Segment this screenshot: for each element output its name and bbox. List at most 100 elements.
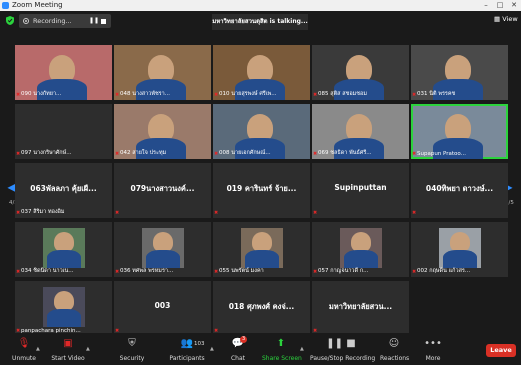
participant-tile[interactable]: ✖ 085 สุติส สชอมชอม (312, 45, 409, 100)
participant-name: 002 กฤษดิน แก้วสร... (417, 268, 471, 274)
muted-mic-icon: ✖ (16, 210, 21, 216)
participant-body (47, 309, 81, 327)
muted-mic-icon: ✖ (412, 269, 417, 275)
participant-name: 097 นางกริษาศักษ์... (21, 150, 72, 156)
share-screen-icon: ⬆ (276, 338, 286, 349)
participant-tile[interactable]: 040ทิพยา ดาวงษ์... ✖ (411, 163, 508, 218)
participant-photo (340, 228, 382, 268)
participant-tile[interactable]: มหาวิทยาลัยสวน... ✖ (312, 281, 409, 336)
participant-tile[interactable]: ✖ panpachara pinchin... (15, 281, 112, 336)
participant-tile[interactable]: 063พัลลภา คุ้ยเผื... ✖ 037 สิริมา ทองอิ่ม (15, 163, 112, 218)
participant-tile[interactable]: ✖ 069 ชลธิดา พันธ์ศรี... (312, 104, 409, 159)
participant-tile[interactable]: 018 ศุภพงศ์ คงจ่... ✖ (213, 281, 310, 336)
muted-mic-icon: ✖ (412, 210, 417, 216)
participant-tile[interactable]: ✖ 097 นางกริษาศักษ์... (15, 104, 112, 159)
participant-face (252, 232, 272, 252)
participant-name: 034 ชิดนิดา นาวเน... (21, 268, 74, 274)
participant-tile[interactable]: ✖ 048 นางสาวพัชรา... (114, 45, 211, 100)
participants-button[interactable]: 👥 103 Participants (168, 333, 206, 365)
participant-body (245, 250, 279, 268)
chat-label: Chat (230, 355, 246, 362)
reactions-label: Reactions (380, 355, 410, 362)
participant-display-name: 079นางสาวนงค์... (130, 184, 195, 193)
muted-mic-icon: ✖ (412, 92, 417, 98)
participant-name: 048 นางสาวพัชรา... (120, 91, 170, 97)
chat-badge: 3 (240, 336, 248, 343)
video-off-icon: ▣ (63, 338, 73, 349)
participants-options-caret[interactable]: ▲ (210, 346, 214, 352)
participant-tile[interactable]: ✖ 002 กฤษดิน แก้วสร... (411, 222, 508, 277)
participant-face (54, 291, 74, 311)
participant-name: 036 ทศพล พรหมรา... (120, 268, 174, 274)
more-button[interactable]: ••• More (422, 333, 444, 365)
participant-tile[interactable]: ✖ 042 สายใจ ประทุม (114, 104, 211, 159)
muted-mic-icon: ✖ (214, 151, 219, 157)
security-label: Security (119, 355, 145, 362)
security-button[interactable]: ⛨ Security (116, 333, 148, 365)
participant-tile[interactable]: ✖ 057 กาญจนาวดี ก... (312, 222, 409, 277)
video-grid: ✖ 090 นางกัทยา... ✖ 048 นางสาวพัชรา... ✖ 010 … (0, 0, 521, 336)
muted-mic-icon: ✖ (16, 269, 21, 275)
participant-photo (43, 287, 85, 327)
participant-face (54, 232, 74, 252)
muted-mic-icon: ✖ (313, 269, 318, 275)
muted-mic-icon: ✖ (313, 210, 318, 216)
participant-tile[interactable]: ✖ 055 นพรัตน์ มงคา (213, 222, 310, 277)
more-label: More (425, 355, 441, 362)
muted-mic-icon: ✖ (313, 92, 318, 98)
participant-face (351, 232, 371, 252)
participant-tile[interactable]: ✖ 034 ชิดนิดา นาวเน... (15, 222, 112, 277)
participant-name: 055 นพรัตน์ มงคา (219, 268, 264, 274)
participant-display-name: 063พัลลภา คุ้ยเผื... (30, 184, 97, 193)
participant-tile[interactable]: ✖ Supapun Pratoo... (411, 104, 508, 159)
muted-mic-icon: ✖ (16, 92, 21, 98)
video-options-caret[interactable]: ▲ (86, 346, 90, 352)
reactions-icon: ☺ (388, 338, 400, 349)
participant-tile[interactable]: ✖ 008 นายเอกศักษณ์... (213, 104, 310, 159)
muted-mic-icon: ✖ (16, 151, 21, 157)
participant-name: Supapun Pratoo... (417, 151, 466, 157)
muted-mic-icon: ✖ (115, 151, 120, 157)
participant-tile[interactable]: ✖ 031 นิติ พรรคช (411, 45, 508, 100)
participant-body (146, 250, 180, 268)
share-screen-button[interactable]: ⬆ Share Screen (262, 333, 302, 365)
participant-name: 069 ชลธิดา พันธ์ศรี... (318, 150, 372, 156)
participant-photo (439, 228, 481, 268)
participant-face (153, 232, 173, 252)
participant-tile[interactable]: ✖ 010 นายสุรพงษ์ ศรีเพ... (213, 45, 310, 100)
participant-face (450, 232, 470, 252)
share-options-caret[interactable]: ▲ (300, 346, 304, 352)
leave-button[interactable]: Leave (486, 344, 516, 357)
participant-tile[interactable]: ✖ 036 ทศพล พรหมรา... (114, 222, 211, 277)
participant-body (344, 250, 378, 268)
participant-tile[interactable]: ✖ 090 นางกัทยา... (15, 45, 112, 100)
participant-tile[interactable]: Supinputtan ✖ (312, 163, 409, 218)
audio-options-caret[interactable]: ▲ (36, 346, 40, 352)
participant-display-name: 019 คารินทร์ จ้าย... (226, 184, 297, 193)
participant-display-name: มหาวิทยาลัยสวน... (328, 302, 393, 311)
participant-display-name: 040ทิพยา ดาวงษ์... (425, 184, 494, 193)
participant-name: 008 นายเอกศักษณ์... (219, 150, 271, 156)
participant-tile[interactable]: 003 ✖ (114, 281, 211, 336)
chat-button[interactable]: 💬 3 Chat (226, 333, 250, 365)
participant-name: 057 กาญจนาวดี ก... (318, 268, 369, 274)
participant-display-name: 018 ศุภพงศ์ คงจ่... (228, 302, 295, 311)
muted-mic-icon: ✖ (214, 269, 219, 275)
participant-display-name: Supinputtan (334, 183, 387, 192)
participant-photo (43, 228, 85, 268)
participant-tile[interactable]: 019 คารินทร์ จ้าย... ✖ (213, 163, 310, 218)
start-video-button[interactable]: ▣ Start Video (48, 333, 88, 365)
participant-name: 085 สุติส สชอมชอม (318, 91, 367, 97)
participant-name: 037 สิริมา ทองอิ่ม (21, 209, 65, 215)
participant-display-name: 003 (154, 301, 171, 310)
muted-mic-icon: ✖ (115, 210, 120, 216)
muted-mic-icon: ✖ (115, 269, 120, 275)
muted-mic-icon: ✖ (412, 151, 417, 157)
participant-tile[interactable]: 079นางสาวนงค์... ✖ (114, 163, 211, 218)
reactions-button[interactable]: ☺ Reactions (380, 333, 410, 365)
muted-mic-icon: ✖ (214, 92, 219, 98)
meeting-toolbar: 🎙 Unmute ▲ ▣ Start Video ▲ ⛨ Security 👥 … (0, 333, 521, 365)
pause-stop-recording-button[interactable]: ❚❚ ■ Pause/Stop Recording (310, 333, 375, 365)
participant-body (443, 250, 477, 268)
participants-label: Participants (169, 355, 205, 362)
